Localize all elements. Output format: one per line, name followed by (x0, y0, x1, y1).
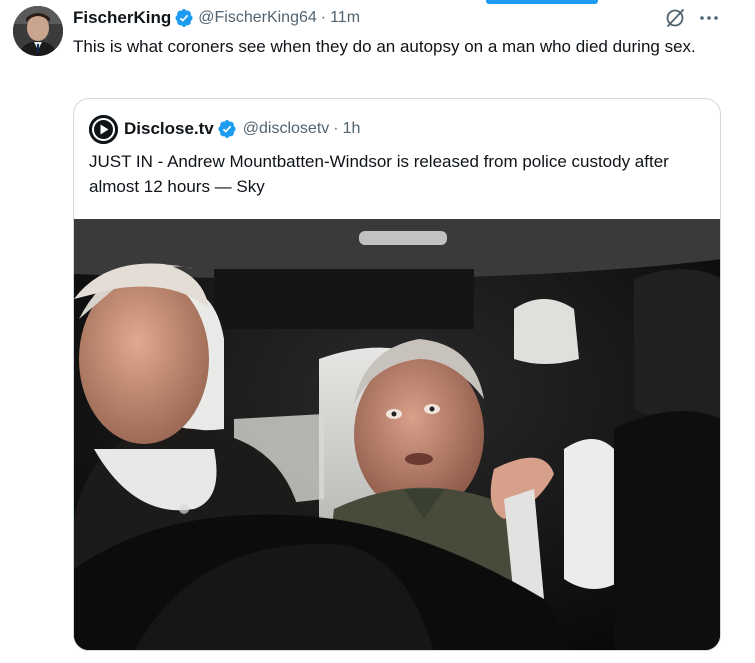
tweet-text: This is what coroners see when they do a… (73, 37, 696, 56)
tweet-header: FischerKing @FischerKing64 · 11m (73, 7, 360, 29)
quoted-tweet-header: Disclose.tv @disclosetv · 1h (89, 114, 360, 144)
more-options-icon (700, 16, 718, 20)
more-options-button[interactable] (697, 6, 721, 30)
author-name[interactable]: FischerKing (73, 8, 171, 28)
avatar-image (13, 6, 63, 56)
grok-button[interactable] (664, 7, 686, 29)
disclose-play-logo-icon (89, 114, 118, 144)
quoted-media-photo[interactable] (74, 219, 720, 650)
quoted-author-name[interactable]: Disclose.tv (124, 119, 214, 139)
quoted-author-handle[interactable]: @disclosetv (243, 120, 330, 138)
tweet[interactable]: FischerKing @FischerKing64 · 11m This is… (0, 0, 755, 663)
tweet-timestamp[interactable]: 11m (330, 9, 360, 27)
quoted-tweet[interactable]: Disclose.tv @disclosetv · 1h JUST IN - A… (73, 98, 721, 651)
verified-badge-icon[interactable] (174, 8, 194, 28)
grok-icon (666, 9, 684, 27)
separator-dot: · (333, 120, 339, 137)
quoted-avatar[interactable] (89, 114, 118, 144)
car-interior-photo (74, 219, 720, 650)
avatar[interactable] (13, 6, 63, 56)
verified-badge-icon[interactable] (217, 119, 237, 139)
author-handle[interactable]: @FischerKing64 (198, 9, 317, 27)
separator-dot: · (320, 9, 327, 26)
quoted-timestamp[interactable]: 1h (343, 120, 361, 138)
quoted-tweet-text: JUST IN - Andrew Mountbatten-Windsor is … (89, 152, 669, 196)
